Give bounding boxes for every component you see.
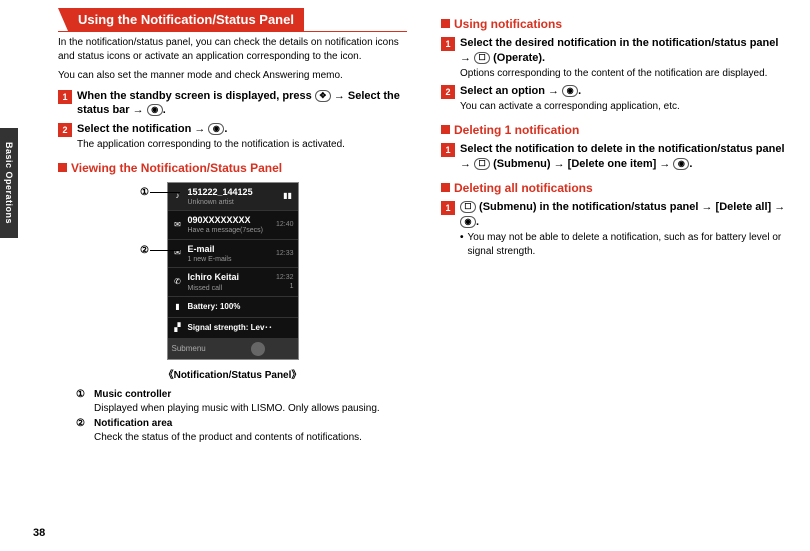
page-number: 38	[33, 526, 45, 541]
soft-key-icon: ☐	[474, 158, 490, 170]
soft-key-icon: ☐	[474, 52, 490, 64]
legend-2: ② Notification area Check the status of …	[76, 417, 407, 444]
music-controller-row: ♪ 151222_144125 Unknown artist ▮▮	[168, 183, 298, 212]
phone-screenshot: ♪ 151222_144125 Unknown artist ▮▮ ✉ 090X…	[167, 182, 299, 360]
phone-footer: Submenu	[168, 339, 298, 359]
del1-step-1: 1 Select the notification to delete in t…	[441, 142, 790, 172]
step-text: When the standby screen is displayed, pr…	[77, 90, 400, 117]
callout-line-2	[150, 250, 180, 251]
step-number: 1	[441, 143, 455, 157]
notif-row-3: ✆ Ichiro Keitai Missed call 12:32 1	[168, 268, 298, 297]
soft-key-icon: ☐	[460, 201, 476, 213]
center-key-icon: ◉	[208, 123, 224, 135]
callout-1-label: ①	[140, 186, 149, 200]
square-bullet-icon	[441, 183, 450, 192]
message-icon: ✉	[172, 219, 184, 231]
step-number: 1	[441, 37, 455, 51]
nav-key-icon: ✥	[315, 90, 331, 102]
step-2: 2 Select the notification → ◉. The appli…	[58, 122, 407, 151]
callout-2-label: ②	[140, 244, 149, 258]
use-step-2: 2 Select an option → ◉. You can activate…	[441, 84, 790, 113]
step-1: 1 When the standby screen is displayed, …	[58, 89, 407, 119]
signal-icon: ▞	[172, 322, 184, 334]
step-number: 1	[441, 201, 455, 215]
step-number: 2	[441, 85, 455, 99]
square-bullet-icon	[58, 163, 67, 172]
square-bullet-icon	[441, 19, 450, 28]
submenu-label: Submenu	[172, 344, 206, 355]
legend-1: ① Music controller Displayed when playin…	[76, 388, 407, 415]
square-bullet-icon	[441, 125, 450, 134]
battery-icon: ▮	[172, 301, 184, 313]
left-column: Using the Notification/Status Panel In t…	[58, 8, 407, 531]
battery-row: ▮ Battery: 100%	[168, 297, 298, 318]
delall-step-1: 1 ☐ (Submenu) in the notification/status…	[441, 200, 790, 259]
center-key-icon: ◉	[460, 216, 476, 228]
right-column: Using notifications 1 Select the desired…	[441, 8, 790, 531]
step-number: 2	[58, 123, 72, 137]
step-text: Select the notification → ◉.	[77, 123, 227, 135]
use-step-1: 1 Select the desired notification in the…	[441, 36, 790, 80]
figure: ① ② ♪ 151222_144125 Unknown artist ▮▮ ✉ …	[58, 182, 407, 382]
subheading-viewing: Viewing the Notification/Status Panel	[58, 160, 407, 176]
intro-text-1: In the notification/status panel, you ca…	[58, 36, 407, 63]
side-tab: Basic Operations	[0, 128, 18, 238]
center-key-icon: ◉	[562, 85, 578, 97]
center-key-icon: ◉	[147, 104, 163, 116]
call-icon: ✆	[172, 276, 184, 288]
music-title: 151222_144125	[188, 186, 278, 198]
note-bullet: You may not be able to delete a notifica…	[460, 231, 790, 258]
intro-text-2: You can also set the manner mode and che…	[58, 69, 407, 83]
subheading-using: Using notifications	[441, 16, 790, 32]
figure-caption: 《Notification/Status Panel》	[58, 369, 407, 383]
section-tab: Using the Notification/Status Panel	[68, 8, 304, 31]
subheading-delall: Deleting all notifications	[441, 180, 790, 196]
center-key-icon: ◉	[673, 158, 689, 170]
step-subtext: The application corresponding to the not…	[77, 138, 407, 152]
notif-row-1: ✉ 090XXXXXXXX Have a message(7secs) 12:4…	[168, 211, 298, 240]
callout-line-1	[150, 192, 180, 193]
pause-icon: ▮▮	[282, 191, 294, 203]
center-button-icon	[251, 342, 265, 356]
music-artist: Unknown artist	[188, 198, 278, 207]
signal-row: ▞ Signal strength: Lev･･	[168, 318, 298, 339]
subheading-del1: Deleting 1 notification	[441, 122, 790, 138]
step-number: 1	[58, 90, 72, 104]
section-header-row: Using the Notification/Status Panel	[58, 8, 407, 32]
notif-row-2: ✉ E-mail 1 new E-mails 12:33	[168, 240, 298, 269]
